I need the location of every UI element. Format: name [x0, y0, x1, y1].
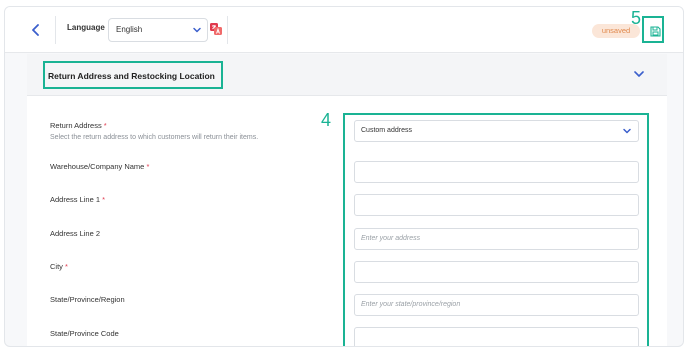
toolbar-divider — [55, 16, 56, 44]
language-value: English — [116, 25, 143, 34]
annotation-number-4: 4 — [321, 110, 332, 130]
translate-button[interactable] — [209, 22, 223, 36]
city-label: City * — [50, 262, 68, 271]
return-address-form: Return Address * Select the return addre… — [27, 96, 667, 346]
address-line-2-label: Address Line 2 — [50, 229, 101, 238]
top-toolbar: Language English unsaved 5 — [5, 7, 683, 53]
language-label: Language — [67, 23, 105, 32]
state-label: State/Province/Region — [50, 295, 125, 304]
state-code-label: State/Province Code — [50, 329, 119, 338]
annotation-highlight-fields — [343, 113, 649, 346]
settings-panel: Language English unsaved 5 3 — [4, 6, 684, 347]
save-icon — [649, 25, 661, 37]
section-title: Return Address and Restocking Location — [48, 71, 215, 81]
section-header-return-address[interactable]: Return Address and Restocking Location — [27, 54, 667, 96]
back-button[interactable] — [26, 20, 46, 40]
warehouse-label: Warehouse/Company Name * — [50, 162, 150, 171]
return-address-label: Return Address * — [50, 121, 107, 130]
language-select[interactable]: English — [108, 18, 208, 42]
translate-icon — [210, 23, 222, 35]
annotation-number-5: 5 — [631, 8, 642, 28]
chevron-down-icon[interactable] — [633, 69, 645, 79]
save-button[interactable] — [645, 21, 665, 41]
return-address-hint: Select the return address to which custo… — [50, 134, 259, 141]
address-line-1-label: Address Line 1 * — [50, 195, 106, 204]
toolbar-divider — [227, 16, 228, 44]
chevron-left-icon — [32, 24, 39, 36]
chevron-down-icon — [193, 27, 201, 33]
